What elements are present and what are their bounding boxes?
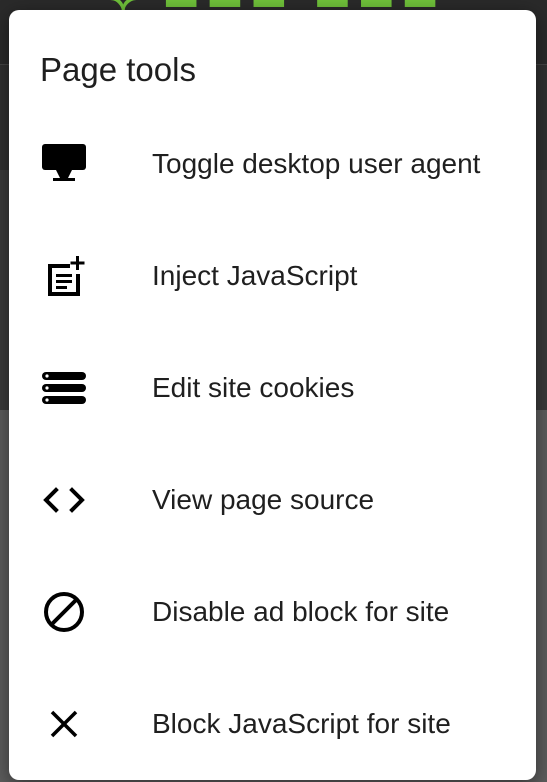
menu-item-edit-site-cookies[interactable]: Edit site cookies xyxy=(9,332,536,444)
menu-item-label: Inject JavaScript xyxy=(152,260,358,291)
close-icon xyxy=(40,700,88,748)
menu-item-label: Toggle desktop user agent xyxy=(152,148,481,179)
menu-item-label: Disable ad block for site xyxy=(152,596,450,627)
code-icon xyxy=(40,476,88,524)
dialog-title: Page tools xyxy=(40,51,196,88)
menu-item-disable-ad-block[interactable]: Disable ad block for site xyxy=(9,556,536,668)
menu-item-label: View page source xyxy=(152,484,375,515)
menu-item-label: Block JavaScript for site xyxy=(152,708,451,739)
block-icon xyxy=(40,588,88,636)
storage-icon xyxy=(40,364,88,412)
menu-item-view-page-source[interactable]: View page source xyxy=(9,444,536,556)
desktop-icon xyxy=(40,140,88,188)
page-tools-dialog: Page tools Toggle desktop user agent Inj… xyxy=(9,10,536,780)
note-add-icon xyxy=(40,252,88,300)
menu-item-block-javascript[interactable]: Block JavaScript for site xyxy=(9,668,536,780)
menu-item-label: Edit site cookies xyxy=(152,372,355,403)
menu-item-inject-javascript[interactable]: Inject JavaScript xyxy=(9,220,536,332)
menu-item-toggle-desktop-user-agent[interactable]: Toggle desktop user agent xyxy=(9,108,536,220)
